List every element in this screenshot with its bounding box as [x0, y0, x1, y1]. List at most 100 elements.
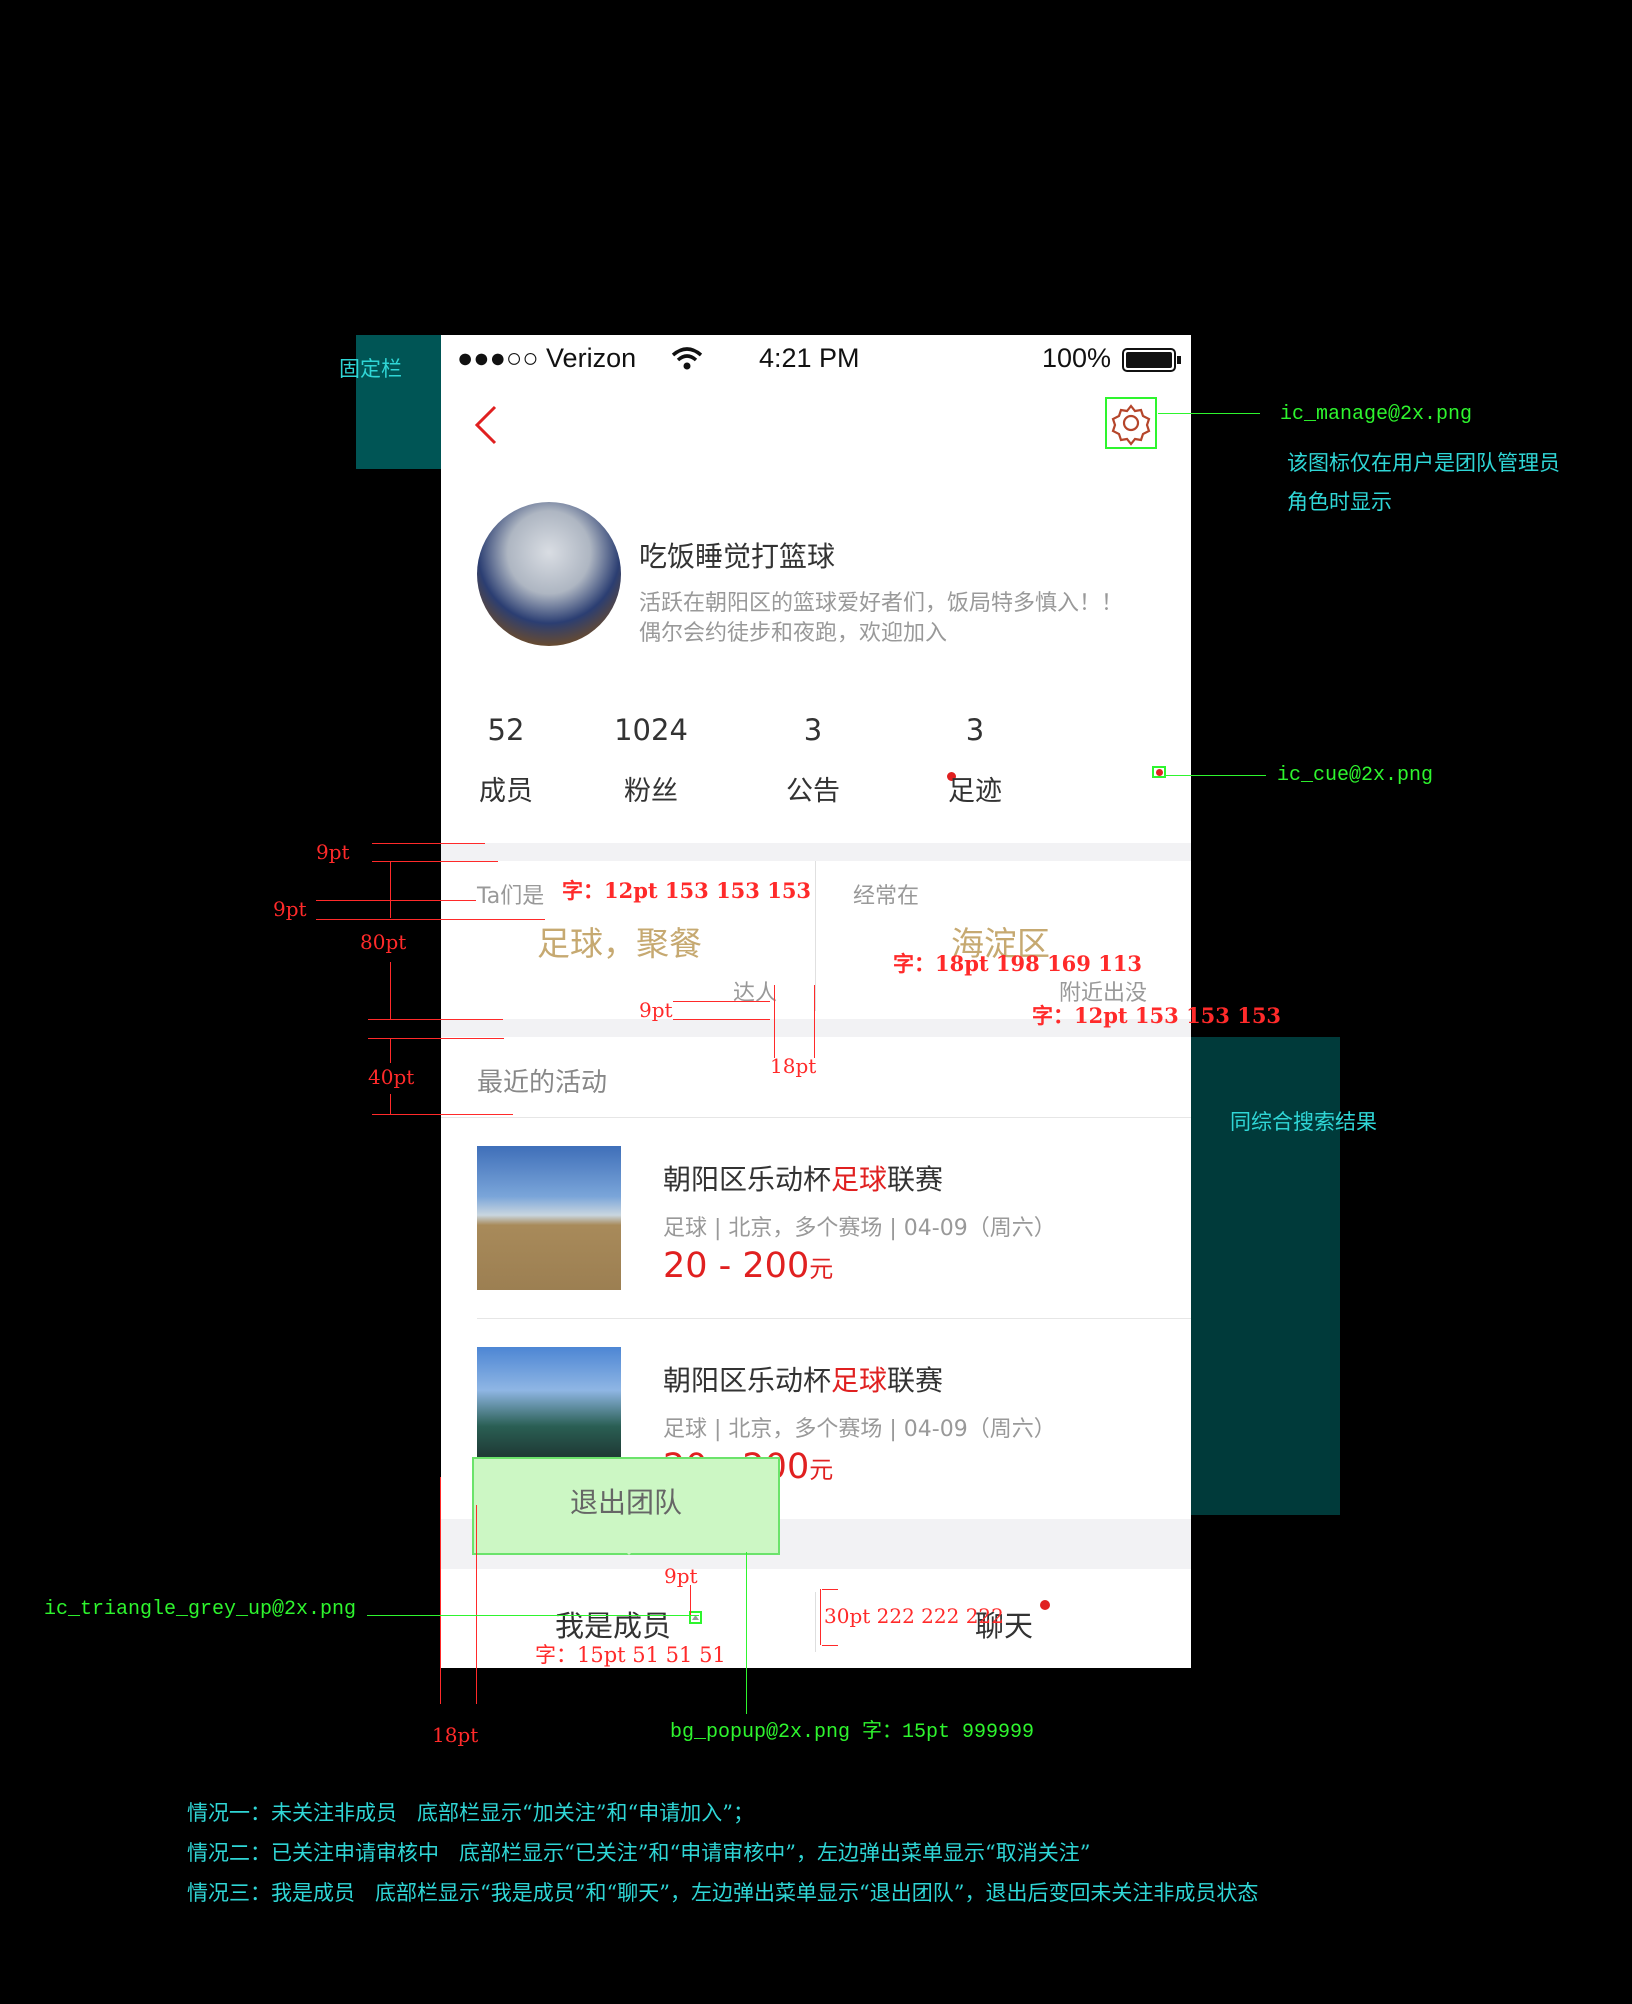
activity-meta: 足球 | 北京，多个赛场 | 04-09（周六）	[663, 1216, 1056, 1241]
annotation-triangle-file: ic_triangle_grey_up@2x.png	[44, 1598, 357, 1621]
spec-9pt: 9pt	[273, 897, 307, 921]
spec-line	[673, 1001, 770, 1002]
stat-fans[interactable]: 1024 粉丝	[586, 713, 716, 808]
activity-item[interactable]: 朝阳区乐动杯足球联赛 足球 | 北京，多个赛场 | 04-09（周六） 20 -…	[441, 1118, 1191, 1318]
spec-18pt: 18pt	[432, 1723, 479, 1747]
activity-meta: 足球 | 北京，多个赛场 | 04-09（周六）	[663, 1417, 1056, 1442]
spec-line	[316, 919, 545, 920]
spec-30pt: 30pt 222 222 222	[824, 1604, 1004, 1628]
tag-left-value: 足球，聚餐	[537, 924, 702, 963]
stat-value: 52	[487, 713, 525, 747]
title-part: 联赛	[887, 1364, 944, 1397]
spec-line	[390, 962, 391, 1019]
status-battery-text: 100%	[1042, 343, 1112, 373]
stat-label: 粉丝	[624, 776, 678, 807]
annotation-cue-file: ic_cue@2x.png	[1277, 764, 1434, 787]
tag-divider	[815, 861, 816, 1011]
recent-title: 最近的活动	[477, 1068, 608, 1098]
team-desc-line1: 活跃在朝阳区的篮球爱好者们，饭局特多慎入！！	[639, 591, 1124, 616]
spec-line	[822, 1589, 838, 1590]
activity-title: 朝阳区乐动杯足球联赛	[663, 1158, 943, 1198]
annotation-search-result: 同综合搜索结果	[1230, 1110, 1377, 1134]
chat-dot-icon	[1040, 1600, 1050, 1610]
case-1: 情况一：未关注非成员 底部栏显示“加关注”和“申请加入”；	[187, 1801, 754, 1825]
case-2: 情况二：已关注申请审核中 底部栏显示“已关注”和“申请审核中”，左边弹出菜单显示…	[187, 1841, 1091, 1865]
spec-9pt: 9pt	[664, 1564, 698, 1588]
team-avatar	[477, 502, 621, 646]
spec-line	[372, 843, 485, 844]
stat-value: 3	[803, 713, 823, 747]
spec-line	[820, 1589, 821, 1645]
spec-9pt: 9pt	[316, 840, 350, 864]
status-carrier: ●●●○○ Verizon	[457, 343, 637, 373]
spec-line	[372, 1114, 513, 1115]
stat-notices[interactable]: 3 公告	[748, 713, 878, 808]
spec-80pt: 80pt	[360, 930, 407, 954]
spec-text-12pt: 字：12pt 153 153 153	[562, 878, 812, 903]
price-unit: 元	[809, 1255, 834, 1283]
title-part: 朝阳区乐动杯	[663, 1364, 832, 1397]
spec-line	[368, 1019, 503, 1020]
spec-text-12pt-b: 字：12pt 153 153 153	[1032, 1003, 1282, 1028]
spec-line	[673, 1019, 770, 1020]
team-desc-line2: 偶尔会约徒步和夜跑，欢迎加入	[639, 621, 948, 646]
title-part: 朝阳区乐动杯	[663, 1163, 832, 1196]
tag-left-prefix: Ta们是	[477, 884, 545, 909]
popup-arrow	[617, 1543, 641, 1555]
price-value: 20 - 200	[663, 1246, 810, 1286]
spec-line	[440, 1477, 441, 1704]
annotation-line	[1166, 775, 1266, 776]
spec-18pt: 18pt	[770, 1054, 817, 1078]
stat-label: 足迹	[948, 776, 1002, 807]
spec-text-15pt: 字：15pt 51 51 51	[535, 1643, 726, 1667]
spec-line	[476, 1505, 477, 1704]
gear-icon[interactable]	[1105, 397, 1157, 449]
tag-right-prefix: 经常在	[853, 884, 920, 909]
cue-dot-icon	[1152, 766, 1166, 778]
stat-label: 成员	[479, 776, 533, 807]
spec-line	[822, 1645, 838, 1646]
stat-value: 3	[965, 713, 985, 747]
annotation-line	[1158, 413, 1260, 414]
price-unit: 元	[809, 1456, 834, 1484]
activity-image	[477, 1146, 621, 1290]
stat-value: 1024	[614, 713, 688, 747]
spec-line	[774, 985, 775, 1058]
stat-footprints[interactable]: 3 足迹	[910, 713, 1040, 808]
activity-price: 20 - 200元	[663, 1246, 833, 1286]
spec-line	[390, 1038, 391, 1063]
exit-team-popup[interactable]: 退出团队	[472, 1457, 780, 1555]
title-highlight: 足球	[831, 1364, 888, 1397]
annotation-manage-note-2: 角色时显示	[1287, 490, 1392, 514]
section-separator	[441, 843, 1191, 861]
spec-line	[390, 861, 391, 918]
spec-40pt: 40pt	[368, 1065, 415, 1089]
title-part: 联赛	[887, 1163, 944, 1196]
title-highlight: 足球	[831, 1163, 888, 1196]
annotation-fixed-bar: 固定栏	[339, 357, 402, 381]
stat-members[interactable]: 52 成员	[441, 713, 571, 808]
spec-line	[814, 985, 815, 1058]
team-name: 吃饭睡觉打篮球	[639, 540, 836, 573]
annotation-line	[367, 1615, 699, 1616]
spec-text-18pt: 字：18pt 198 169 113	[893, 951, 1143, 976]
annotation-line	[746, 1552, 747, 1714]
case-3: 情况三：我是成员 底部栏显示“我是成员”和“聊天”，左边弹出菜单显示“退出团队”…	[187, 1881, 1259, 1905]
tag-left-suffix: 达人	[733, 981, 778, 1006]
spec-line	[390, 1094, 391, 1114]
annotation-popup-bg: bg_popup@2x.png 字：15pt 999999	[670, 1721, 1035, 1744]
status-time: 4:21 PM	[759, 343, 860, 373]
bottom-divider	[815, 1592, 816, 1652]
spec-line	[316, 900, 476, 901]
back-icon[interactable]	[471, 403, 499, 451]
wifi-icon	[671, 347, 703, 375]
spec-line	[690, 1585, 691, 1615]
annotation-manage-file: ic_manage@2x.png	[1280, 403, 1473, 426]
spec-9pt: 9pt	[639, 998, 673, 1022]
annotation-manage-note-1: 该图标仅在用户是团队管理员	[1287, 451, 1560, 475]
activity-title: 朝阳区乐动杯足球联赛	[663, 1359, 943, 1399]
popup-label: 退出团队	[569, 1486, 682, 1519]
spec-line	[368, 1038, 504, 1039]
battery-icon	[1122, 347, 1182, 377]
stat-label: 公告	[786, 776, 840, 807]
